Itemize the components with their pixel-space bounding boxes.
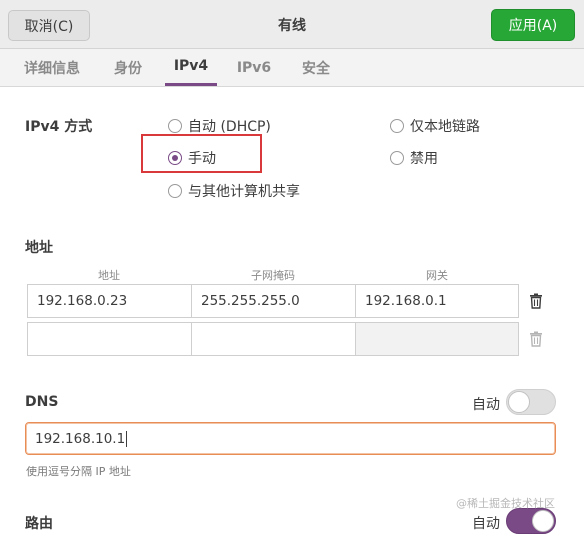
radio-label: 禁用 — [410, 151, 438, 167]
gateway-input[interactable] — [355, 322, 519, 356]
radio-shared[interactable]: 与其他计算机共享 — [168, 181, 300, 201]
column-header-address: 地址 — [98, 269, 120, 282]
dns-hint: 使用逗号分隔 IP 地址 — [26, 465, 131, 478]
apply-button[interactable]: 应用(A) — [491, 9, 575, 41]
dns-auto-label: 自动 — [472, 397, 500, 413]
trash-icon — [526, 329, 546, 349]
tab-security[interactable]: 安全 — [291, 49, 341, 86]
gateway-input[interactable]: 192.168.0.1 — [355, 284, 519, 318]
address-input[interactable] — [27, 322, 192, 356]
netmask-input[interactable]: 255.255.255.0 — [191, 284, 356, 318]
highlight-annotation — [141, 134, 262, 173]
radio-label: 自动 (DHCP) — [188, 119, 271, 135]
watermark: @稀土掘金技术社区 — [456, 497, 555, 510]
radio-indicator — [390, 119, 404, 133]
column-header-gateway: 网关 — [426, 269, 448, 282]
routes-auto-switch[interactable] — [506, 508, 556, 534]
radio-label: 与其他计算机共享 — [188, 184, 300, 200]
text-caret — [126, 430, 128, 447]
routes-label: 路由 — [25, 516, 53, 532]
radio-indicator — [390, 151, 404, 165]
dns-input-value: 192.168.10.1 — [35, 430, 126, 447]
tab-ipv6[interactable]: IPv6 — [229, 49, 279, 86]
trash-icon[interactable] — [526, 291, 546, 311]
tab-identity[interactable]: 身份 — [104, 49, 152, 86]
address-input[interactable]: 192.168.0.23 — [27, 284, 192, 318]
header-bar: 取消(C) 有线 应用(A) — [0, 0, 584, 49]
switch-knob — [508, 391, 530, 413]
cancel-button[interactable]: 取消(C) — [8, 10, 90, 41]
dns-auto-switch[interactable] — [506, 389, 556, 415]
radio-auto-dhcp[interactable]: 自动 (DHCP) — [168, 116, 271, 136]
tab-bar: 详细信息 身份 IPv4 IPv6 安全 — [0, 49, 584, 87]
radio-link-local[interactable]: 仅本地链路 — [390, 116, 480, 136]
switch-knob — [532, 510, 554, 532]
routes-auto-label: 自动 — [472, 516, 500, 532]
dns-input[interactable]: 192.168.10.1 — [25, 422, 556, 455]
tab-details[interactable]: 详细信息 — [14, 49, 90, 86]
ipv4-method-label: IPv4 方式 — [25, 119, 93, 135]
radio-disabled[interactable]: 禁用 — [390, 148, 438, 168]
netmask-input[interactable] — [191, 322, 356, 356]
radio-label: 仅本地链路 — [410, 119, 480, 135]
addresses-label: 地址 — [25, 240, 53, 256]
radio-indicator — [168, 119, 182, 133]
radio-indicator — [168, 184, 182, 198]
column-header-netmask: 子网掩码 — [251, 269, 295, 282]
dns-label: DNS — [25, 394, 59, 410]
tab-ipv4[interactable]: IPv4 — [165, 49, 217, 86]
